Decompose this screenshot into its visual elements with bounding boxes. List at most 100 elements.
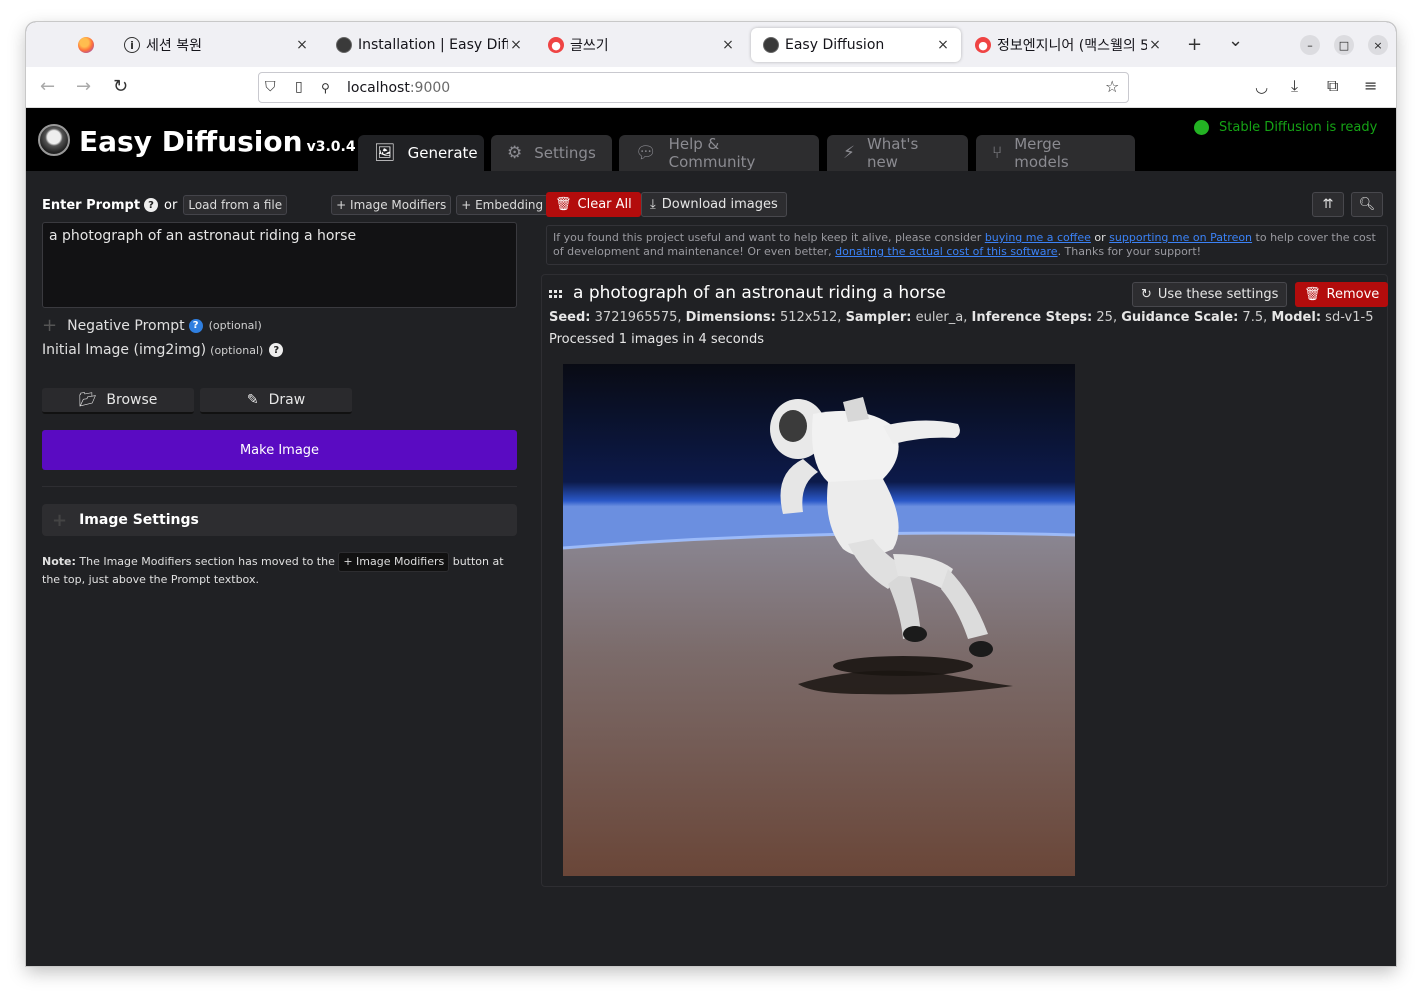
divider xyxy=(42,486,517,487)
plus-icon: + xyxy=(42,315,58,336)
donate-link[interactable]: donating the actual cost of this softwar… xyxy=(835,245,1057,258)
steps-value: 25 xyxy=(1096,310,1113,325)
seed-label: Seed: xyxy=(549,310,591,325)
prompt-header: Enter Prompt ? or Load from a file + Ima… xyxy=(42,194,549,216)
page-icon[interactable]: ▯ xyxy=(295,79,303,95)
browser-nav-bar: ← → ↻ ⛉ ▯ ⚲ localhost:9000 ☆ ◡ ⤓ ⧉ ≡ xyxy=(26,67,1396,108)
embedding-button[interactable]: + Embedding xyxy=(456,195,549,215)
redo-icon: ↻ xyxy=(1141,287,1152,302)
permissions-icon[interactable]: ⚲ xyxy=(321,81,330,95)
browser-tab-info-engineer[interactable]: ● 정보엔지니어 (맥스웰의 5 × xyxy=(963,28,1173,62)
trash-icon: 🗑︎ xyxy=(1304,287,1321,302)
draw-button[interactable]: ✎ Draw xyxy=(200,388,352,414)
merge-icon: ⑂ xyxy=(992,143,1003,163)
shield-icon[interactable]: ⛉ xyxy=(265,79,276,95)
reload-icon[interactable]: ↻ xyxy=(113,76,128,97)
browse-button[interactable]: 📂︎ Browse xyxy=(42,388,194,414)
close-icon[interactable]: × xyxy=(508,37,524,53)
list-all-tabs-icon[interactable]: ⌄ xyxy=(1228,30,1243,51)
tab-help-community[interactable]: 💬︎ Help & Community xyxy=(619,135,819,171)
status-dot-icon xyxy=(1194,120,1209,135)
pocket-icon[interactable]: ◡ xyxy=(1255,78,1268,96)
url-text[interactable]: localhost:9000 xyxy=(347,80,450,96)
draw-label: Draw xyxy=(268,392,306,408)
prompt-textarea[interactable]: a photograph of an astronaut riding a ho… xyxy=(42,222,517,308)
tab-label: 세션 복원 xyxy=(146,38,202,54)
seed-value: 3721965575 xyxy=(594,310,678,325)
maximize-icon[interactable]: □ xyxy=(1334,35,1354,55)
download-images-label: Download images xyxy=(661,197,778,212)
server-status: Stable Diffusion is ready xyxy=(1194,120,1377,135)
tab-label: 정보엔지니어 (맥스웰의 5 xyxy=(997,38,1147,54)
use-these-settings-button[interactable]: ↻ Use these settings xyxy=(1132,282,1288,307)
pencil-icon: ✎ xyxy=(246,392,259,408)
dimensions-value: 512x512 xyxy=(779,310,838,325)
make-image-button[interactable]: Make Image xyxy=(42,430,517,470)
model-value: sd-v1-5 xyxy=(1325,310,1374,325)
minimize-icon[interactable]: – xyxy=(1300,35,1320,55)
tab-whats-new[interactable]: ⚡︎ What's new xyxy=(827,135,968,171)
extensions-icon[interactable]: ⧉ xyxy=(1327,76,1338,96)
image-settings-header[interactable]: + Image Settings xyxy=(42,504,517,536)
download-icon: ⤓ xyxy=(650,197,656,212)
drag-handle-icon[interactable] xyxy=(549,290,562,298)
easy-diffusion-favicon-icon xyxy=(763,37,779,53)
menu-icon[interactable]: ≡ xyxy=(1364,76,1377,95)
sampler-value: euler_a xyxy=(915,310,964,325)
comments-icon: 💬︎ xyxy=(635,143,657,163)
initial-image-label: Initial Image (img2img) xyxy=(42,342,207,358)
load-from-file-button[interactable]: Load from a file xyxy=(183,195,288,215)
download-icon[interactable]: ⤓ xyxy=(1291,76,1298,96)
forward-icon[interactable]: → xyxy=(76,76,91,97)
browser-tab-write[interactable]: ● 글쓰기 × xyxy=(536,28,746,62)
download-images-button[interactable]: ⤓ Download images xyxy=(641,192,787,217)
tab-merge-models[interactable]: ⑂ Merge models xyxy=(976,135,1135,171)
tab-settings-label: Settings xyxy=(534,144,596,162)
support-text-1: If you found this project useful and wan… xyxy=(553,231,985,244)
remove-button[interactable]: 🗑︎ Remove xyxy=(1295,282,1389,307)
enter-prompt-label: Enter Prompt xyxy=(42,197,141,213)
tab-generate[interactable]: 🖼︎ Generate xyxy=(358,135,484,171)
url-port: :9000 xyxy=(409,80,451,96)
buy-coffee-link[interactable]: buying me a coffee xyxy=(985,231,1091,244)
trash-icon: 🗑︎ xyxy=(555,197,572,212)
patreon-link[interactable]: supporting me on Patreon xyxy=(1109,231,1252,244)
tab-merge-label: Merge models xyxy=(1014,135,1069,171)
browser-tab-easy-diffusion[interactable]: Easy Diffusion × xyxy=(751,28,961,62)
image-icon: 🖼︎ xyxy=(374,143,396,163)
close-window-icon[interactable]: × xyxy=(1368,35,1388,55)
negative-prompt-toggle[interactable]: + Negative Prompt ? (optional) xyxy=(42,315,262,336)
tab-settings[interactable]: ⚙ Settings xyxy=(491,135,612,171)
help-icon[interactable]: ? xyxy=(188,318,203,333)
back-icon[interactable]: ← xyxy=(40,76,55,97)
app-header: Easy Diffusion v3.0.4 🖼︎ Generate ⚙ Setti… xyxy=(26,108,1396,171)
optional-label: (optional) xyxy=(210,343,264,357)
app-title-text: Easy Diffusion xyxy=(79,125,303,158)
help-icon[interactable]: ? xyxy=(144,198,159,212)
image-modifiers-button[interactable]: + Image Modifiers xyxy=(331,195,452,215)
gear-icon: ⚙ xyxy=(507,143,523,163)
image-settings-label: Image Settings xyxy=(79,512,199,528)
clear-all-button[interactable]: 🗑︎ Clear All xyxy=(546,192,641,217)
tab-label: Installation | Easy Diffu xyxy=(358,37,508,53)
tistory-favicon-icon: ● xyxy=(975,37,991,53)
close-icon[interactable]: × xyxy=(935,37,951,53)
use-settings-label: Use these settings xyxy=(1157,287,1279,302)
browser-tab-session-restore[interactable]: i 세션 복원 × xyxy=(112,28,320,62)
support-text-4: . Thanks for your support! xyxy=(1057,245,1202,258)
zoom-button[interactable]: 🔍︎ xyxy=(1351,192,1383,217)
modifiers-note: Note: The Image Modifiers section has mo… xyxy=(42,552,517,588)
browser-tab-installation[interactable]: Installation | Easy Diffu × xyxy=(324,28,534,62)
generated-image[interactable] xyxy=(563,364,1075,876)
firefox-logo-icon[interactable] xyxy=(78,37,94,53)
close-icon[interactable]: × xyxy=(294,37,310,53)
close-icon[interactable]: × xyxy=(720,37,736,53)
close-icon[interactable]: × xyxy=(1147,37,1163,53)
new-tab-icon[interactable]: + xyxy=(1187,34,1202,55)
bookmark-star-icon[interactable]: ☆ xyxy=(1105,77,1119,96)
collapse-all-button[interactable]: ⇈ xyxy=(1312,192,1344,217)
url-bar[interactable]: ⛉ ▯ ⚲ localhost:9000 ☆ xyxy=(258,72,1129,103)
result-task: a photograph of an astronaut riding a ho… xyxy=(541,274,1389,887)
help-icon[interactable]: ? xyxy=(269,343,284,357)
support-banner: If you found this project useful and wan… xyxy=(546,225,1388,265)
